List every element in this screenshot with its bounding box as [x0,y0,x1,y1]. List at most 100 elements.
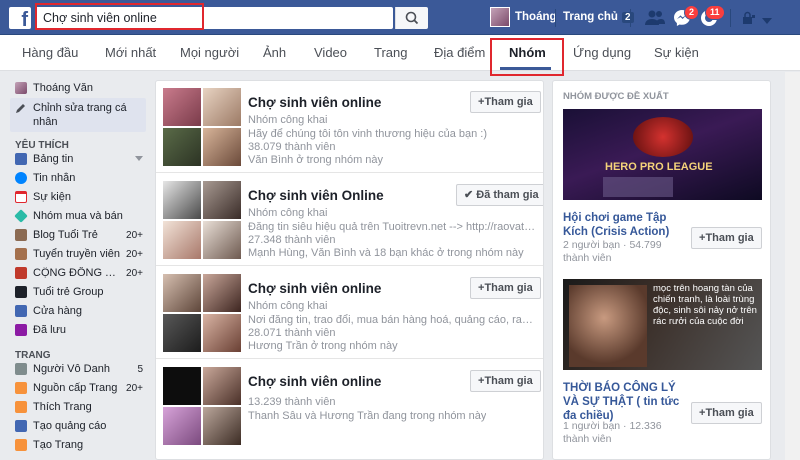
search-filter-tabs: Hàng đầu Mới nhất Mọi người Ảnh Video Tr… [0,35,800,71]
join-group-button[interactable]: +​Tham gia [470,370,541,392]
tag-icon [14,209,28,223]
sidebar-item-count: 5 [137,363,143,375]
page-scrollbar[interactable] [785,72,800,460]
sidebar-item-label: CỘNG ĐỒNG TƯ ... [33,267,121,279]
sidebar-item-events[interactable]: Sự kiện [15,191,143,203]
sidebar-item-store[interactable]: Cửa hàng [15,305,143,317]
tab-apps[interactable]: Ứng dụng [573,45,631,60]
tab-events[interactable]: Sự kiện [654,45,699,60]
sidebar-item-messages[interactable]: Tin nhắn [15,172,143,184]
list-item: Chợ sinh viên online 13.239 thành viên T… [156,360,543,452]
tab-latest[interactable]: Mới nhất [105,45,156,60]
facebook-logo-icon[interactable]: f [9,7,31,29]
divider [730,9,731,27]
sidebar-item-pages-feed[interactable]: Nguồn cấp Trang 20+ [15,382,143,394]
tab-videos[interactable]: Video [314,45,347,60]
suggested-group-title-link[interactable]: Hội chơi game Tập Kích (Crisis Action) [563,211,687,239]
sidebar-item-blog-tuoi-tre[interactable]: Blog Tuổi Trẻ 20+ [15,229,143,241]
joined-group-button[interactable]: ✔ Đã tham gia [456,184,543,206]
sidebar-item-saved[interactable]: Đã lưu [15,324,143,336]
ad-player-photos [603,177,673,197]
ad-banner-text: HERO PRO LEAGUE [605,161,713,173]
join-button-label: Tham gia [484,375,533,387]
group-member-count: 28.071 thành viên [248,327,336,339]
join-group-button[interactable]: +​Tham gia [470,91,541,113]
sidebar-item-label: Người Vô Danh [33,363,110,375]
chevron-down-icon[interactable] [762,14,772,28]
pages-heading: TRANG [15,350,51,361]
join-group-button[interactable]: +Tham gia [691,402,762,424]
profile-name: Thoáng [515,11,557,23]
home-link[interactable]: Trang chủ 2 [563,11,634,23]
tab-photos[interactable]: Ảnh [263,45,286,60]
sidebar-item-label: Tạo quảng cáo [33,420,107,432]
group-cover-thumbnails[interactable] [162,87,242,167]
sidebar-item-cong-dong[interactable]: CỘNG ĐỒNG TƯ ... 20+ [15,267,143,279]
join-group-button[interactable]: +Tham gia [691,227,762,249]
sidebar-profile-name: Thoáng Văn [33,82,93,94]
sidebar-item-news-feed[interactable]: Bảng tin [15,153,143,165]
sidebar-profile[interactable]: Thoáng Văn [15,82,143,94]
sidebar-item-nguoi-vo-danh[interactable]: Người Vô Danh 5 [15,363,143,375]
sidebar-item-count: 20+ [126,382,143,394]
joined-button-label: Đã tham gia [476,189,539,201]
sidebar-item-label: Tuyển truyền viên [33,248,121,260]
search-button[interactable] [395,7,428,29]
friend-requests-icon[interactable] [645,9,665,30]
group-friends: Mạnh Hùng, Văn Bình và 18 bạn khác ở tro… [248,247,524,259]
sidebar-item-like-pages[interactable]: Thích Trang [15,401,143,413]
sidebar-item-tuyen-truyen-vien[interactable]: Tuyển truyền viên 20+ [15,248,143,260]
suggested-groups-panel: NHÓM ĐƯỢC ĐỀ XUẤT HERO PRO LEAGUE Hội ch… [552,80,771,460]
tab-people[interactable]: Mọi người [180,45,239,60]
news-feed-icon [15,153,27,165]
sidebar-item-label: Tin nhắn [33,172,76,184]
sidebar-item-buy-sell[interactable]: Nhóm mua và bán [14,209,143,223]
group-title-link[interactable]: Chợ sinh viên online [248,374,381,389]
chevron-down-icon[interactable] [135,156,143,162]
messages-badge: 2 [684,5,700,20]
group-cover-thumbnails[interactable] [162,366,242,446]
megaphone-icon [15,420,27,432]
store-icon [15,305,27,317]
suggested-group-cover-image[interactable]: HERO PRO LEAGUE [563,109,762,200]
group-cover-thumbnails[interactable] [162,273,242,353]
page-thumbnail-icon [15,363,27,375]
sidebar-item-label: Thích Trang [33,401,92,413]
notifications-badge: 11 [705,5,725,20]
group-member-count: 38.079 thành viên [248,141,336,153]
join-button-label: Tham gia [484,282,533,294]
group-thumbnail-icon [15,229,27,241]
sidebar-item-count: 20+ [126,248,143,260]
group-cover-thumbnails[interactable] [162,180,242,260]
pencil-icon [16,104,25,113]
join-group-button[interactable]: +​Tham gia [470,277,541,299]
tab-top[interactable]: Hàng đầu [22,45,78,60]
profile-link[interactable]: Thoáng [490,7,557,27]
group-friends: Thanh Sâu và Hương Trần đang trong nhóm … [248,410,487,422]
hero-logo-icon [633,117,693,157]
group-title-link[interactable]: Chợ sinh viên Online [248,188,384,203]
group-friends: Hương Trần ở trong nhóm này [248,340,398,352]
home-label: Trang chủ [563,11,618,23]
tab-pages[interactable]: Trang [374,45,407,60]
sidebar-item-tuoi-tre-group[interactable]: Tuổi trẻ Group [15,286,143,298]
sidebar-edit-profile-label: Chỉnh sửa trang cá nhân [33,102,127,128]
sidebar-item-create-page[interactable]: Tạo Trang [15,439,143,451]
sidebar-item-create-ad[interactable]: Tạo quảng cáo [15,420,143,432]
privacy-shortcuts-icon[interactable] [742,11,756,28]
ad-portrait-photo [569,285,647,367]
calendar-icon [15,191,27,203]
divider [630,9,631,27]
home-count-badge: 2 [621,11,634,23]
suggested-group-cover-image[interactable]: mọc trên hoang tàn của chiến tranh, là l… [563,279,762,370]
suggested-group-title-link[interactable]: THỜI BÁO CÔNG LÝ VÀ SỰ THẬT ( tin tức đa… [563,381,687,423]
tab-places[interactable]: Địa điểm [434,45,485,60]
sidebar-edit-profile[interactable]: Chỉnh sửa trang cá nhân [10,98,146,132]
avatar [490,7,510,27]
group-title-link[interactable]: Chợ sinh viên online [248,281,381,296]
favorites-heading: YÊU THÍCH [15,140,69,151]
group-title-link[interactable]: Chợ sinh viên online [248,95,381,110]
pages-feed-icon [15,382,27,394]
search-highlight-box [35,3,204,30]
suggested-group-meta: 2 người bạn · 54.799 thành viên [563,239,662,264]
